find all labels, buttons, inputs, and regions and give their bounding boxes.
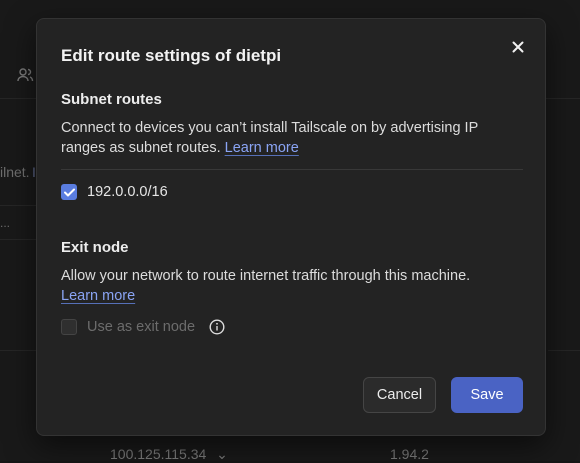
exit-node-learn-more-link[interactable]: Learn more bbox=[61, 288, 135, 304]
divider bbox=[548, 350, 580, 351]
exit-node-heading: Exit node bbox=[61, 239, 129, 256]
checkmark-icon bbox=[63, 188, 75, 196]
exit-node-label: Use as exit node bbox=[87, 319, 196, 335]
exit-node-row: Use as exit node bbox=[61, 319, 225, 335]
subnet-routes-heading: Subnet routes bbox=[61, 91, 162, 108]
exit-node-description-text: Allow your network to route internet tra… bbox=[61, 268, 471, 284]
info-icon[interactable] bbox=[209, 319, 225, 335]
divider bbox=[0, 350, 36, 351]
ip-address: 100.125.115.34 bbox=[110, 446, 207, 462]
exit-node-description: Allow your network to route internet tra… bbox=[61, 266, 511, 306]
subnet-routes-description: Connect to devices you can’t install Tai… bbox=[61, 118, 511, 158]
subnet-route-label: 192.0.0.0/16 bbox=[87, 184, 168, 200]
subnet-learn-more-link[interactable]: Learn more bbox=[225, 140, 299, 156]
chevron-down-icon: ⌄ bbox=[216, 446, 228, 462]
close-icon bbox=[512, 41, 524, 53]
exit-node-checkbox bbox=[61, 319, 77, 335]
users-icon bbox=[17, 68, 34, 82]
divider bbox=[0, 205, 36, 206]
divider bbox=[0, 239, 36, 240]
background-ip-row: 100.125.115.34 ⌄ bbox=[110, 446, 228, 463]
subnet-route-checkbox[interactable] bbox=[61, 184, 77, 200]
dialog-title: Edit route settings of dietpi bbox=[61, 46, 282, 65]
section-divider bbox=[61, 169, 523, 170]
background-text: ilnet. bbox=[0, 164, 30, 180]
close-button[interactable] bbox=[507, 36, 529, 58]
save-button[interactable]: Save bbox=[451, 377, 523, 413]
version-text: 1.94.2 bbox=[390, 446, 429, 462]
cancel-button[interactable]: Cancel bbox=[363, 377, 436, 413]
background-text: ... bbox=[0, 216, 11, 230]
subnet-route-row[interactable]: 192.0.0.0/16 bbox=[61, 184, 168, 200]
edit-route-dialog: Edit route settings of dietpi Subnet rou… bbox=[36, 18, 546, 436]
